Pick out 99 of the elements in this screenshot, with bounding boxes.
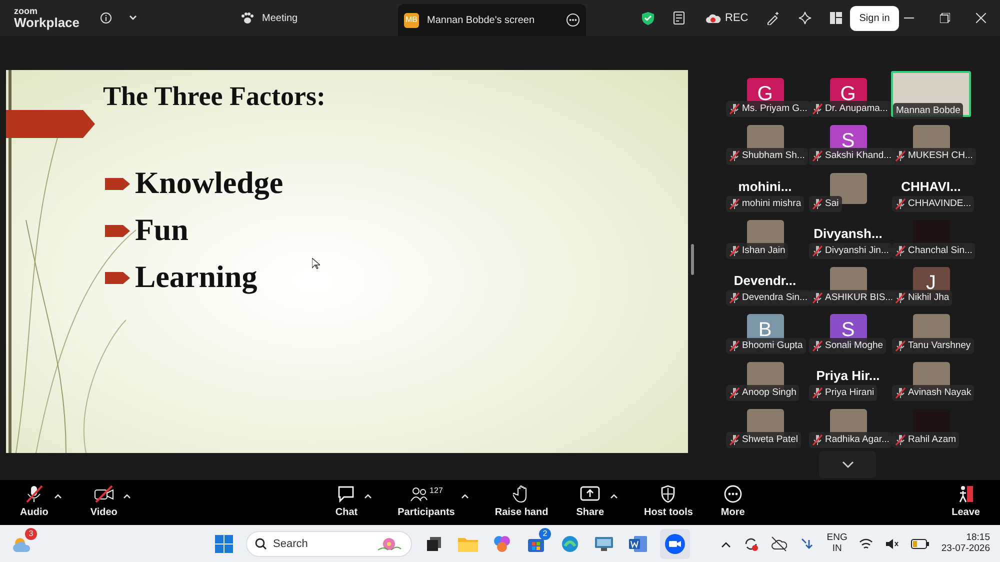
monitor-app-icon[interactable] (595, 536, 613, 552)
participant-name: Mannan Bobde (893, 103, 964, 120)
caret-up-icon (123, 493, 132, 499)
display-name: Devendr... (734, 273, 796, 289)
flower-icon (376, 536, 402, 552)
initials-avatar: MB (404, 12, 419, 28)
participant-name: Divyanshi Jin... (809, 242, 892, 260)
raise-hand-button[interactable]: Raise hand (490, 485, 552, 520)
participant-name: Shubham Sh... (726, 148, 808, 165)
notification-badge: 3 (25, 528, 37, 540)
caret-up-icon (364, 493, 372, 499)
arrow-bullet-icon (105, 270, 131, 286)
sign-in-button[interactable]: Sign in (850, 6, 899, 30)
video-camera-app-icon[interactable] (665, 534, 685, 554)
notification-badge: 2 (539, 528, 551, 540)
close-icon[interactable] (976, 13, 986, 23)
caret-up-icon (54, 493, 62, 499)
display-name: Priya Hir... (816, 368, 880, 384)
video-button[interactable]: Video (86, 485, 122, 520)
caret-up-icon (610, 493, 618, 499)
chat-button[interactable]: Chat (331, 485, 362, 520)
participant-name: Bhoomi Gupta (726, 338, 806, 354)
arrow-bullet-icon (105, 176, 131, 192)
participant-name: CHHAVINDE... (892, 196, 974, 212)
notes-icon[interactable] (673, 10, 687, 26)
arrow-bullet-icon (105, 222, 131, 238)
chevron-down-icon (842, 460, 854, 468)
info-icon[interactable] (100, 12, 112, 24)
battery-icon[interactable] (911, 538, 930, 548)
participant-name: Ishan Jain (726, 242, 788, 260)
more-options-icon[interactable] (566, 13, 580, 27)
pen-input-icon[interactable] (798, 536, 815, 552)
bullet-text: Knowledge (135, 164, 284, 202)
audio-button[interactable]: Audio (16, 485, 52, 520)
microphone-icon[interactable] (25, 485, 44, 503)
wifi-icon[interactable] (859, 538, 874, 550)
sparkle-icon[interactable] (798, 11, 812, 25)
record-button[interactable]: REC (705, 10, 748, 26)
participant-name: Dr. Anupama... (809, 101, 891, 118)
bullet-text: Learning (135, 258, 258, 296)
participant-name: Rahil Azam (892, 432, 960, 448)
meeting-label[interactable]: Meeting (262, 10, 298, 26)
document-w-icon[interactable] (629, 534, 647, 552)
language-indicator[interactable]: ENG IN (826, 532, 848, 554)
participant-name: Radhika Agar... (809, 432, 892, 448)
task-view-icon[interactable] (427, 536, 441, 550)
participant-name: Devendra Sin... (726, 290, 810, 306)
participant-name: Chanchal Sin... (892, 242, 976, 260)
participant-name: MUKESH CH... (892, 148, 976, 165)
participant-name: Sai (809, 196, 842, 212)
people-icon[interactable] (410, 485, 428, 503)
paw-icon (240, 12, 254, 24)
participant-name: Avinash Nayak (892, 384, 974, 402)
display-name: mohini... (738, 178, 792, 194)
mouse-pointer-icon (312, 258, 320, 269)
clock[interactable]: 18:15 23-07-2026 (941, 532, 990, 554)
participant-name: Ms. Priyam G... (726, 101, 810, 118)
search-field[interactable]: Search (246, 530, 412, 556)
colorful-swirl-icon[interactable] (493, 534, 511, 552)
resize-handle[interactable] (691, 244, 694, 275)
cloud-off-icon[interactable] (770, 536, 787, 552)
search-icon (255, 538, 267, 550)
app-logo: zoom Workplace (13, 7, 81, 29)
display-name: CHHAVI... (901, 178, 961, 194)
participant-name: mohini mishra (726, 196, 804, 212)
share-screen-icon[interactable] (580, 485, 600, 503)
browser-wave-icon[interactable] (561, 534, 579, 552)
participants-button[interactable]: 127 Participants (394, 485, 459, 520)
layout-icon[interactable] (830, 12, 842, 24)
slide-title: The Three Factors: (103, 80, 326, 113)
sync-icon[interactable] (742, 536, 759, 552)
more-button[interactable]: More (716, 485, 749, 520)
display-name: Divyansh... (814, 226, 882, 242)
more-icon[interactable] (724, 485, 742, 503)
caret-up-icon (460, 493, 469, 499)
chevron-up-icon[interactable] (720, 540, 731, 548)
restore-icon[interactable] (940, 13, 950, 23)
camera-icon[interactable] (94, 485, 114, 503)
participant-name: Sakshi Khand... (809, 148, 895, 165)
chat-icon[interactable] (337, 485, 356, 503)
participant-name: Tanu Varshney (892, 338, 974, 354)
participant-name: Shweta Patel (726, 432, 801, 448)
arrow-banner-icon (6, 110, 95, 138)
host-tools-button[interactable]: Host tools (640, 485, 697, 520)
participant-name: Priya Hirani (809, 384, 878, 402)
bullet-text: Fun (135, 211, 188, 250)
cloud-record-icon (705, 12, 721, 24)
screen-share-tab[interactable]: MB Mannan Bobde's screen (398, 4, 586, 36)
participant-name: Nikhil Jha (892, 290, 952, 306)
exit-door-icon[interactable] (956, 485, 975, 503)
shield-icon[interactable] (660, 485, 676, 503)
volume-muted-icon[interactable] (885, 538, 900, 550)
share-button[interactable]: Share (572, 485, 608, 520)
participant-name: Anoop Singh (726, 384, 800, 402)
leave-button[interactable]: Leave (948, 485, 984, 520)
shield-check-icon[interactable] (641, 10, 655, 26)
participant-name: Sonali Moghe (809, 338, 886, 354)
windows-start-icon[interactable] (215, 534, 233, 552)
pen-sparkle-icon[interactable] (766, 11, 780, 25)
